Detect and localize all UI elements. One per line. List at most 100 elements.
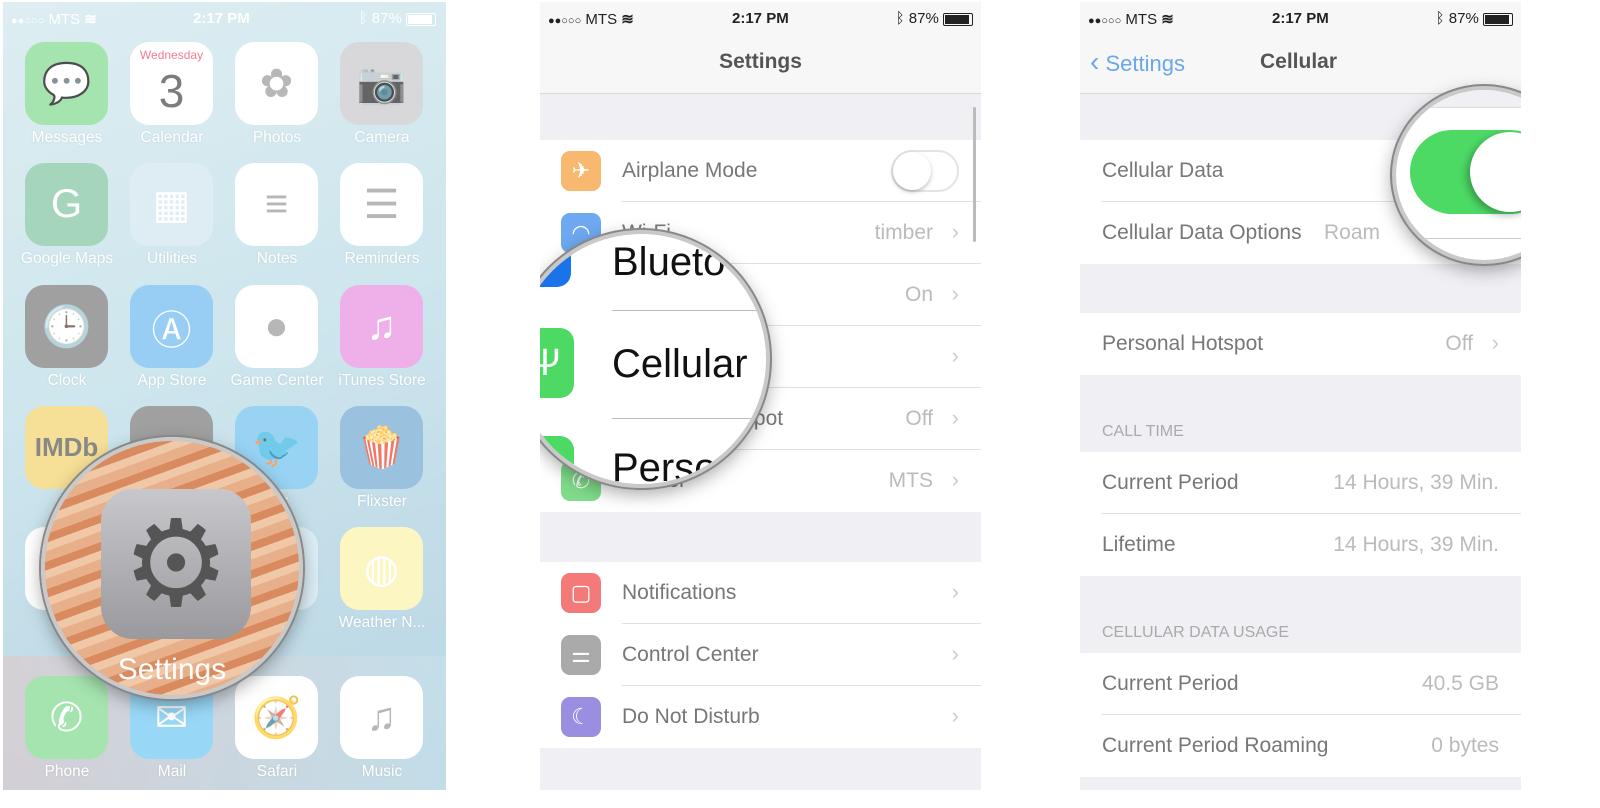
app-store-app-label: App Store xyxy=(137,372,207,389)
moon-icon: ☾ xyxy=(561,697,601,737)
clock-app-icon[interactable]: 🕒 xyxy=(25,285,108,368)
row-value: Off xyxy=(905,407,933,430)
app-store-app-icon[interactable]: Ⓐ xyxy=(130,285,213,368)
notes-app-icon[interactable]: ≡ xyxy=(235,163,318,246)
settings-row-notifications[interactable]: ▢ Notifications › xyxy=(540,562,981,624)
weather-n--app-icon[interactable]: ◍ xyxy=(340,527,423,610)
phone-app-label: Phone xyxy=(44,763,90,780)
signal-dots: ●●○○○ xyxy=(548,15,582,27)
battery: ᛒ 87% xyxy=(359,10,436,27)
call-lifetime-row: Lifetime 14 Hours, 39 Min. xyxy=(1080,514,1521,576)
itunes-store-app-icon[interactable]: ♫ xyxy=(340,285,423,368)
settings-app-icon[interactable]: ⚙ xyxy=(101,489,251,639)
magnifier xyxy=(1392,86,1521,264)
weather-n--icon: ◍ xyxy=(364,546,399,591)
carrier: MTS xyxy=(48,11,81,28)
phone-icon: ✆ xyxy=(49,695,84,740)
music-icon: ♫ xyxy=(366,695,397,739)
carrier: MTS xyxy=(585,11,618,28)
section-header: CELLULAR DATA USAGE xyxy=(1102,624,1290,641)
row-value: 0 bytes xyxy=(1431,734,1499,757)
airplane-icon-glyph: ✈ xyxy=(571,158,591,183)
calendar-app-icon[interactable]: 3 Wednesday xyxy=(130,42,213,125)
chevron-left-icon: ‹ xyxy=(1090,46,1100,77)
settings-row-airplane-mode[interactable]: ✈ Airplane Mode xyxy=(540,140,981,202)
row-value: 14 Hours, 39 Min. xyxy=(1333,533,1499,556)
photos-app-label: Photos xyxy=(252,129,302,146)
google-maps-icon: G xyxy=(50,182,83,226)
row-value: Roam xyxy=(1324,221,1381,244)
weather-n--app-label: Weather N... xyxy=(338,614,426,631)
messages-app-icon[interactable]: 💬 xyxy=(25,42,108,125)
battery-icon xyxy=(406,12,436,26)
page-title: Settings xyxy=(719,50,802,73)
phone-app-icon[interactable]: ✆ xyxy=(25,676,108,759)
game-center-app-icon[interactable]: ● xyxy=(235,285,318,368)
back-button[interactable]: ‹ Settings xyxy=(1090,46,1185,78)
messages-app-label: Messages xyxy=(31,129,103,146)
chevron-right-icon: › xyxy=(951,281,959,306)
settings-row-do-not-disturb[interactable]: ☾ Do Not Disturb › xyxy=(540,686,981,748)
messages-icon: 💬 xyxy=(41,62,92,106)
reminders-app-icon[interactable]: ☰ xyxy=(340,163,423,246)
row-value: MTS xyxy=(888,469,933,492)
magnified-cellular-label[interactable]: Cellular xyxy=(612,342,748,387)
nav-bar: ●●○○○ MTS ≋ 2:17 PM ᛒ 87% ‹ Settings Cel… xyxy=(1080,2,1521,94)
itunes-store-app-label: iTunes Store xyxy=(338,372,426,389)
camera-app-icon[interactable]: 📷 xyxy=(340,42,423,125)
scrollbar[interactable] xyxy=(973,107,976,242)
row-value: timber xyxy=(874,221,933,244)
utilities-app-label: Utilities xyxy=(147,250,197,267)
bluetooth-icon: ᛒ xyxy=(895,10,905,27)
bluetooth-icon: ᛒ xyxy=(358,10,368,27)
clock-icon: 🕒 xyxy=(41,305,92,349)
moon-icon-glyph: ☾ xyxy=(571,704,591,729)
flixster-app-icon[interactable]: 🍿 xyxy=(340,406,423,489)
flixster-icon: 🍿 xyxy=(356,426,407,470)
magnifier: ⚙ Settings xyxy=(41,437,303,699)
chevron-right-icon: › xyxy=(951,641,959,666)
row-label: Cellular Data Options xyxy=(1102,221,1302,244)
music-app-label: Music xyxy=(361,763,403,780)
row-label: Current Period xyxy=(1102,471,1239,494)
chevron-right-icon: › xyxy=(951,405,959,430)
row-label: Current Period xyxy=(1102,672,1239,695)
settings-app-label: Settings xyxy=(117,653,227,686)
call-current-period-row: Current Period 14 Hours, 39 Min. xyxy=(1080,452,1521,514)
mail-icon: ✉ xyxy=(154,695,189,740)
home-screen: ●●○○○ MTS ≋ 2:17 PM ᛒ 87% 💬 Messages 3 Wedn… xyxy=(3,2,446,790)
utilities-app-icon[interactable]: ▦ xyxy=(130,163,213,246)
google-maps-app-icon[interactable]: G xyxy=(25,163,108,246)
status-bar: ●●○○○ MTS ≋ 2:17 PM ᛒ 87% xyxy=(1080,2,1521,34)
notifications-icon-glyph: ▢ xyxy=(570,580,592,605)
game-center-icon: ● xyxy=(264,304,289,348)
safari-app-icon[interactable]: 🧭 xyxy=(235,676,318,759)
camera-app-label: Camera xyxy=(354,129,410,146)
notes-icon: ≡ xyxy=(264,182,289,226)
im-icon: IMDb xyxy=(34,432,99,462)
magnified-bluetooth-label: Blueto xyxy=(612,240,726,284)
row-label: Notifications xyxy=(622,581,737,604)
toggle-knob xyxy=(893,152,931,190)
wifi-icon: ≋ xyxy=(621,11,634,28)
chevron-right-icon: › xyxy=(951,703,959,728)
battery-icon xyxy=(1483,12,1513,26)
magnified-hotspot-label: Perso xyxy=(612,446,717,488)
bluetooth-icon: ᛒ xyxy=(1435,10,1445,27)
toggle-knob xyxy=(1470,132,1521,212)
wifi-icon: ≋ xyxy=(1161,11,1174,28)
photos-icon: ✿ xyxy=(259,61,294,106)
airplane-mode-toggle[interactable] xyxy=(891,150,959,192)
airplane-icon: ✈ xyxy=(561,151,601,191)
itunes-store-icon: ♫ xyxy=(366,304,397,348)
cellular-data-toggle[interactable] xyxy=(1410,130,1521,214)
personal-hotspot-row[interactable]: Personal Hotspot Off › xyxy=(1080,313,1521,375)
usage-current-period-row: Current Period 40.5 GB xyxy=(1080,653,1521,715)
row-value: Off xyxy=(1445,332,1473,355)
photos-app-icon[interactable]: ✿ xyxy=(235,42,318,125)
calendar-app-label: Calendar xyxy=(140,129,204,146)
music-app-icon[interactable]: ♫ xyxy=(340,676,423,759)
cellular-icon: Ψ xyxy=(540,328,574,398)
chevron-right-icon: › xyxy=(1491,330,1499,355)
settings-row-control-center[interactable]: ⚌ Control Center › xyxy=(540,624,981,686)
